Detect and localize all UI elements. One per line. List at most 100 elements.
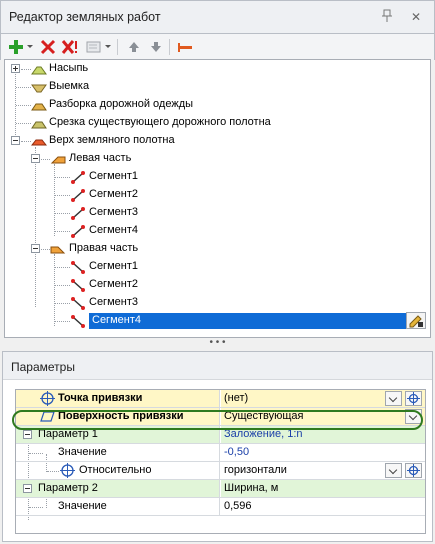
excavation-icon — [31, 84, 47, 93]
pin-icon[interactable] — [379, 9, 395, 25]
tree-item-label: Насыпь — [49, 62, 89, 74]
tree-item-road-cut[interactable]: Срезка существующего дорожного полотна — [5, 114, 430, 132]
tree-connector — [16, 87, 31, 88]
edit-item-button[interactable] — [406, 312, 426, 329]
grid-value-cell[interactable]: Ширина, м — [221, 480, 425, 497]
tree-connector — [55, 213, 70, 214]
earthworks-tree[interactable]: Насыпь Выемка Разборка дорожной одежды С… — [4, 59, 431, 338]
grid-row-value[interactable]: Значение -0,50 — [16, 444, 425, 462]
grid-name: Точка привязки — [58, 392, 143, 404]
tree-connector — [55, 285, 70, 286]
grid-name: Параметр 2 — [38, 482, 98, 494]
grid-value-cell[interactable]: 0,596 — [221, 498, 425, 515]
toolbar-separator — [117, 39, 118, 55]
tree-item-label: Сегмент4 — [89, 313, 406, 329]
grid-value: 0,596 — [224, 500, 252, 512]
pick-point-button[interactable] — [405, 463, 422, 478]
grid-name-cell: Относительно — [16, 462, 220, 479]
grid-value-cell[interactable]: Заложение, 1:n — [221, 426, 425, 443]
toolbar-separator — [169, 39, 170, 55]
collapse-icon[interactable] — [31, 154, 40, 163]
tree-item-segment[interactable]: Сегмент3 — [5, 204, 430, 222]
tree-item-left-side[interactable]: Левая часть — [5, 150, 430, 168]
tree-item-right-side[interactable]: Правая часть — [5, 240, 430, 258]
edit-segment-button[interactable] — [176, 38, 194, 56]
embankment-icon — [31, 66, 47, 75]
grid-name-cell: Поверхность привязки — [16, 408, 220, 425]
add-button[interactable] — [7, 38, 25, 56]
parameters-panel: Параметры Точка привязки (нет) Поверхнос… — [2, 351, 433, 542]
segment-icon — [71, 261, 85, 274]
delete-all-button[interactable] — [61, 38, 79, 56]
grid-connector — [29, 453, 43, 454]
tree-item-pavement-removal[interactable]: Разборка дорожной одежды — [5, 96, 430, 114]
tree-item-label: Сегмент4 — [89, 224, 138, 236]
grid-row-parameter-2[interactable]: Параметр 2 Ширина, м — [16, 480, 425, 498]
expand-icon[interactable] — [11, 64, 20, 73]
collapse-icon[interactable] — [23, 430, 32, 439]
grid-value: -0,50 — [224, 446, 250, 458]
grid-name: Значение — [58, 446, 107, 458]
property-grid[interactable]: Точка привязки (нет) Поверхность привязк… — [15, 389, 426, 534]
move-up-button[interactable] — [125, 38, 143, 56]
tree-item-embankment[interactable]: Насыпь — [5, 60, 430, 78]
tree-item-segment[interactable]: Сегмент4 — [5, 222, 430, 240]
tree-item-segment[interactable]: Сегмент2 — [5, 186, 430, 204]
collapse-icon[interactable] — [11, 136, 20, 145]
grid-row-relative[interactable]: Относительно горизонтали — [16, 462, 425, 480]
segment-icon — [71, 297, 85, 310]
collapse-icon[interactable] — [23, 484, 32, 493]
tree-item-label: Сегмент2 — [89, 188, 138, 200]
collapse-icon[interactable] — [31, 244, 40, 253]
grid-value-cell[interactable]: -0,50 — [221, 444, 425, 461]
tree-item-label: Левая часть — [69, 152, 132, 164]
add-dropdown-icon[interactable] — [27, 45, 33, 48]
chevron-down-icon — [388, 465, 398, 475]
tree-connector — [41, 159, 50, 160]
tree-item-segment[interactable]: Сегмент1 — [5, 258, 430, 276]
grid-row-value[interactable]: Значение 0,596 — [16, 498, 425, 516]
grid-name: Значение — [58, 500, 107, 512]
tree-item-label: Сегмент2 — [89, 278, 138, 290]
properties-button[interactable] — [85, 38, 103, 56]
delete-button[interactable] — [39, 38, 57, 56]
grid-name-cell: Значение — [16, 444, 220, 461]
subgrade-top-icon — [31, 139, 47, 146]
left-side-icon — [50, 156, 66, 164]
panel-splitter[interactable]: • • • — [0, 338, 435, 350]
tree-connector — [41, 249, 50, 250]
properties-dropdown-icon[interactable] — [105, 45, 111, 48]
grid-name: Поверхность привязки — [58, 410, 184, 422]
grid-row-anchor-point[interactable]: Точка привязки (нет) — [16, 390, 425, 408]
tree-item-segment[interactable]: Сегмент3 — [5, 294, 430, 312]
pick-point-button[interactable] — [405, 391, 422, 406]
tree-connector — [55, 267, 70, 268]
tree-item-segment[interactable]: Сегмент1 — [5, 168, 430, 186]
grid-value-cell[interactable]: Существующая — [221, 408, 425, 425]
tree-connector — [16, 105, 31, 106]
dropdown-button[interactable] — [405, 409, 422, 424]
tree-item-label: Сегмент1 — [89, 170, 138, 182]
grid-value: Ширина, м — [224, 482, 279, 494]
close-icon[interactable]: ✕ — [408, 9, 424, 25]
tree-connector — [21, 141, 31, 142]
tree-item-label: Сегмент3 — [89, 206, 138, 218]
grid-value: Существующая — [224, 410, 304, 422]
dropdown-button[interactable] — [385, 463, 402, 478]
tree-connector — [55, 195, 70, 196]
surface-icon — [40, 411, 55, 422]
tree-item-label: Разборка дорожной одежды — [49, 98, 194, 110]
dropdown-button[interactable] — [385, 391, 402, 406]
grid-row-parameter-1[interactable]: Параметр 1 Заложение, 1:n — [16, 426, 425, 444]
target-icon — [40, 391, 55, 406]
tree-item-segment-selected[interactable]: Сегмент4 — [5, 312, 430, 330]
grid-name-cell: Точка привязки — [16, 390, 220, 407]
tree-item-excavation[interactable]: Выемка — [5, 78, 430, 96]
move-down-button[interactable] — [147, 38, 165, 56]
tree-item-subgrade-top[interactable]: Верх земляного полотна — [5, 132, 430, 150]
grid-name: Относительно — [79, 464, 152, 476]
grid-row-anchor-surface[interactable]: Поверхность привязки Существующая — [16, 408, 425, 426]
grid-value-cell[interactable]: (нет) — [221, 390, 425, 407]
grid-value-cell[interactable]: горизонтали — [221, 462, 425, 479]
tree-item-segment[interactable]: Сегмент2 — [5, 276, 430, 294]
